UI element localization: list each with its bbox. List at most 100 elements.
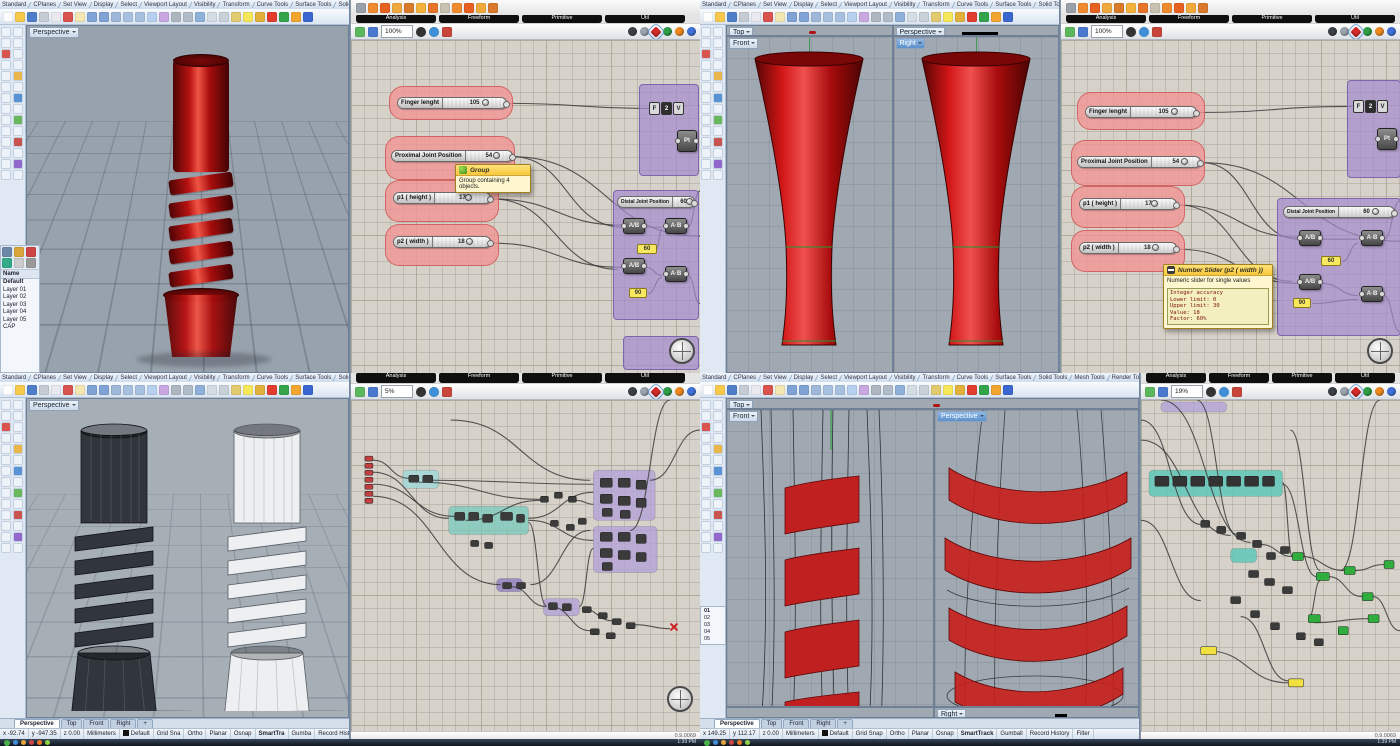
gh-sketch-pen-icon[interactable] — [1152, 27, 1162, 37]
named-view-icon[interactable] — [871, 12, 881, 22]
rhino-toolbar-tab[interactable]: CPlanes — [31, 1, 61, 9]
util-icon[interactable] — [1198, 3, 1208, 13]
status-pane-toggle[interactable]: Ortho — [184, 729, 206, 739]
zoom-extents-icon[interactable] — [147, 385, 157, 395]
layer-row[interactable]: Layer 03 — [1, 302, 39, 310]
component-f[interactable]: F — [1353, 100, 1364, 113]
trim-icon[interactable] — [701, 488, 711, 498]
rhino-toolbar-tab[interactable]: Standard — [0, 374, 31, 382]
surface-icon[interactable] — [416, 3, 426, 13]
orient-icon[interactable] — [713, 521, 723, 531]
mirror-icon[interactable] — [713, 510, 723, 520]
component-divide[interactable]: A/B — [623, 218, 645, 234]
undo-icon[interactable] — [787, 385, 797, 395]
sphere-dark-icon[interactable] — [1328, 27, 1337, 36]
grasshopper-app-icon[interactable] — [45, 740, 50, 745]
orient-icon[interactable] — [13, 148, 23, 158]
gh-sketch-pen-icon[interactable] — [1232, 387, 1242, 397]
component-multiply[interactable]: A·B — [1361, 230, 1383, 246]
polyline-icon[interactable] — [713, 411, 723, 421]
maths-icon[interactable] — [368, 3, 378, 13]
maths-icon[interactable] — [1078, 3, 1088, 13]
viewport-title[interactable]: Top — [729, 27, 753, 36]
rhino-toolbar-tab[interactable]: Set View — [61, 1, 92, 9]
freeform-curve-icon[interactable] — [701, 60, 711, 70]
status-pane-toggle[interactable]: Planar — [909, 729, 933, 739]
rhino-toolbar-tab[interactable]: Curve Tools — [255, 1, 294, 9]
viewport-tab[interactable]: Front — [83, 719, 109, 728]
scale-icon[interactable] — [231, 385, 241, 395]
component-multiply[interactable]: A·B — [665, 218, 687, 234]
open-icon[interactable] — [15, 385, 25, 395]
zoom-extents-icon[interactable] — [847, 12, 857, 22]
viewport-title[interactable]: Front — [729, 411, 758, 422]
explode-icon[interactable] — [713, 499, 723, 509]
gh-focus-icon[interactable] — [1206, 387, 1216, 397]
select-icon[interactable] — [1, 400, 11, 410]
zoom-window-icon[interactable] — [835, 385, 845, 395]
start-icon[interactable] — [4, 740, 10, 746]
component-f[interactable]: F — [649, 102, 660, 115]
browser-icon[interactable] — [13, 740, 18, 745]
gh-canvas[interactable]: Finger lenght 105 Proximal Joint Positio… — [1061, 40, 1400, 373]
copy-object-icon[interactable] — [207, 385, 217, 395]
pan-icon[interactable] — [811, 385, 821, 395]
status-pane-toggle[interactable]: Grid Snap — [853, 729, 887, 739]
component-n[interactable]: 2 — [661, 102, 672, 115]
box-icon[interactable] — [713, 444, 723, 454]
gh-open-icon[interactable] — [355, 387, 365, 397]
viewport-perspective[interactable]: Perspective — [934, 409, 1139, 707]
save-icon[interactable] — [727, 385, 737, 395]
viewport-title[interactable]: Right — [896, 38, 925, 49]
trim-icon[interactable] — [1, 488, 11, 498]
open-icon[interactable] — [715, 385, 725, 395]
zoom-window-icon[interactable] — [135, 12, 145, 22]
sweep-icon[interactable] — [1, 104, 11, 114]
vector-icon[interactable] — [1102, 3, 1112, 13]
properties-icon[interactable] — [13, 543, 23, 553]
gh-save-icon[interactable] — [1158, 387, 1168, 397]
rhino-toolbar-tab[interactable]: Set View — [761, 1, 792, 9]
gh-tab-group[interactable]: Util — [1315, 15, 1395, 23]
rhino-toolbar-tab[interactable]: Transform — [220, 1, 254, 9]
fillet-icon[interactable] — [13, 104, 23, 114]
new-icon[interactable] — [3, 12, 13, 22]
gh-panel-60[interactable]: 60 — [637, 244, 657, 254]
rhino-toolbar-tab[interactable]: Display — [792, 374, 819, 382]
rhino-toolbar-tab[interactable]: Visibility — [192, 374, 221, 382]
kangaroo-icon[interactable] — [1186, 3, 1196, 13]
browser-icon[interactable] — [713, 740, 718, 745]
red-model[interactable] — [145, 52, 275, 364]
text-icon[interactable] — [13, 532, 23, 542]
params-icon[interactable] — [1066, 3, 1076, 13]
component-divide[interactable]: A/B — [1299, 230, 1321, 246]
rhino-toolbar-tab[interactable]: Curve Tools — [255, 374, 294, 382]
mesh-icon[interactable] — [428, 3, 438, 13]
rhino-toolbar-tab[interactable]: Visibility — [892, 1, 921, 9]
text-icon[interactable] — [713, 532, 723, 542]
render-settings-icon[interactable] — [979, 12, 989, 22]
point-icon[interactable] — [13, 27, 23, 37]
named-view-icon[interactable] — [171, 12, 181, 22]
zoom-icon[interactable] — [823, 12, 833, 22]
copy-icon[interactable] — [51, 385, 61, 395]
sphere-dark-icon[interactable] — [628, 387, 637, 396]
sphere-blue-icon[interactable] — [1387, 27, 1396, 36]
open-icon[interactable] — [715, 12, 725, 22]
arc-icon[interactable] — [713, 49, 723, 59]
component-n[interactable]: 2 — [1365, 100, 1376, 113]
rhino-toolbar-tab[interactable]: CPlanes — [731, 374, 761, 382]
cylinder-icon[interactable] — [701, 455, 711, 465]
dimension-icon[interactable] — [1, 532, 11, 542]
component-v[interactable]: V — [1377, 100, 1388, 113]
loft-icon[interactable] — [1, 466, 11, 476]
sphere-icon[interactable] — [701, 444, 711, 454]
layer-row[interactable]: Default — [1, 279, 39, 287]
cut-icon[interactable] — [63, 385, 73, 395]
save-icon[interactable] — [27, 12, 37, 22]
rotate-view-icon[interactable] — [859, 385, 869, 395]
array-icon[interactable] — [701, 521, 711, 531]
orient-icon[interactable] — [13, 521, 23, 531]
sphere-green-icon[interactable] — [663, 387, 672, 396]
paste-icon[interactable] — [775, 12, 785, 22]
